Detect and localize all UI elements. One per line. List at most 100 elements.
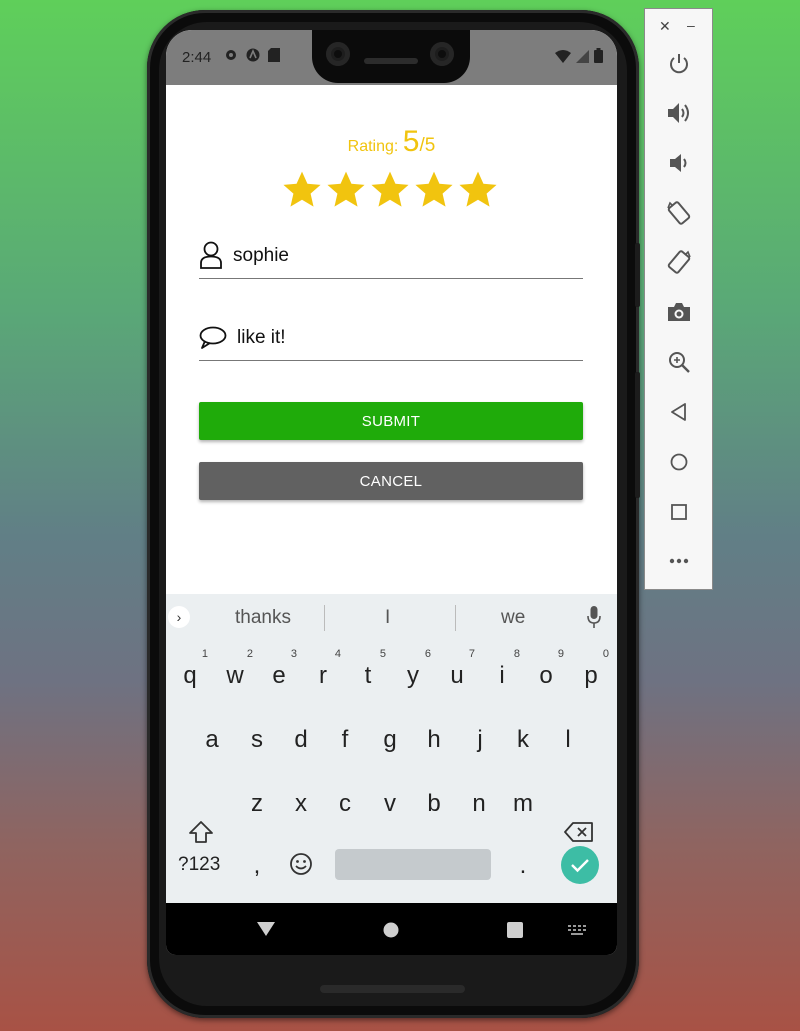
suggestion-strip: › thanks I we xyxy=(166,594,617,641)
rating-display: Rating: 5/5 xyxy=(166,125,617,159)
key-b[interactable]: b xyxy=(416,790,452,818)
key-c[interactable]: c xyxy=(327,790,363,818)
key-e[interactable]: e3 xyxy=(261,648,297,690)
comma-key[interactable]: , xyxy=(239,852,275,880)
key-p[interactable]: p0 xyxy=(573,648,609,690)
status-time: 2:44 xyxy=(182,49,212,66)
close-icon[interactable]: ✕ xyxy=(659,18,671,35)
key-t[interactable]: t5 xyxy=(350,648,386,690)
key-letter: r xyxy=(319,662,327,689)
key-r[interactable]: r4 xyxy=(305,648,341,690)
backspace-icon[interactable] xyxy=(564,821,594,843)
key-o[interactable]: o9 xyxy=(528,648,564,690)
more-icon[interactable] xyxy=(666,548,692,574)
status-system-icons xyxy=(555,48,603,63)
key-l[interactable]: l xyxy=(550,726,586,754)
key-number: 1 xyxy=(201,648,208,660)
emoji-icon[interactable] xyxy=(289,852,313,876)
phone-screen: 2:44 Rating: 5/5 sophie like it! SUBMIT … xyxy=(166,30,617,955)
name-value: sophie xyxy=(233,245,289,266)
suggestion-item[interactable]: we xyxy=(501,607,525,629)
microphone-icon[interactable] xyxy=(587,606,601,628)
volume-down-icon[interactable] xyxy=(666,150,692,176)
nav-overview-icon[interactable] xyxy=(507,922,523,938)
key-q[interactable]: q1 xyxy=(172,648,208,690)
settings-icon xyxy=(226,50,236,60)
star-icon[interactable] xyxy=(325,168,367,212)
keyboard-switch-icon[interactable] xyxy=(568,925,586,935)
star-icon[interactable] xyxy=(281,168,323,212)
zoom-icon[interactable] xyxy=(666,349,692,375)
soft-keyboard: › thanks I we q1 w2 e3 r4 t5 y6 u7 i8 o9… xyxy=(166,594,617,903)
key-m[interactable]: m xyxy=(505,790,541,818)
wifi-icon xyxy=(555,50,571,63)
back-icon[interactable] xyxy=(666,399,692,425)
overview-icon[interactable] xyxy=(666,499,692,525)
key-number: 0 xyxy=(602,648,609,660)
key-letter: t xyxy=(364,662,372,689)
rotate-left-icon[interactable] xyxy=(666,200,692,226)
nav-back-icon[interactable] xyxy=(257,922,275,936)
suggestion-divider xyxy=(455,605,456,631)
rating-max: /5 xyxy=(419,135,436,156)
key-letter: y xyxy=(407,662,419,689)
key-x[interactable]: x xyxy=(283,790,319,818)
enter-button[interactable] xyxy=(561,846,599,884)
camera-icon[interactable] xyxy=(666,299,692,325)
key-letter: o xyxy=(539,662,553,689)
star-icon[interactable] xyxy=(413,168,455,212)
app-notification-icon xyxy=(246,48,260,62)
key-i[interactable]: i8 xyxy=(484,648,520,690)
status-notification-icons xyxy=(224,48,280,62)
key-number: 6 xyxy=(424,648,431,660)
key-w[interactable]: w2 xyxy=(217,648,253,690)
key-z[interactable]: z xyxy=(239,790,275,818)
bottom-speaker xyxy=(320,985,465,993)
space-bar[interactable] xyxy=(335,849,491,880)
key-a[interactable]: a xyxy=(194,726,230,754)
key-j[interactable]: j xyxy=(462,726,498,754)
power-icon[interactable] xyxy=(666,51,692,77)
key-d[interactable]: d xyxy=(283,726,319,754)
volume-side-button xyxy=(635,372,640,498)
checkmark-icon xyxy=(571,859,589,873)
nav-home-icon[interactable] xyxy=(383,922,399,938)
rotate-right-icon[interactable] xyxy=(666,249,692,275)
comment-field[interactable]: like it! xyxy=(199,321,583,361)
key-u[interactable]: u7 xyxy=(439,648,475,690)
period-key[interactable]: . xyxy=(505,852,541,880)
key-letter: w xyxy=(226,662,244,689)
key-letter: p xyxy=(584,662,598,689)
key-number: 7 xyxy=(468,648,475,660)
key-n[interactable]: n xyxy=(461,790,497,818)
cancel-button[interactable]: CANCEL xyxy=(199,462,583,500)
star-icon[interactable] xyxy=(457,168,499,212)
user-icon xyxy=(200,241,222,269)
key-y[interactable]: y6 xyxy=(395,648,431,690)
symbols-key[interactable]: ?123 xyxy=(178,854,220,876)
sd-card-icon xyxy=(268,48,280,62)
star-rating[interactable] xyxy=(281,168,499,212)
chevron-right-icon[interactable]: › xyxy=(168,606,190,628)
name-field[interactable]: sophie xyxy=(199,239,583,279)
key-number: 4 xyxy=(334,648,341,660)
front-camera-right xyxy=(430,42,454,66)
key-s[interactable]: s xyxy=(239,726,275,754)
submit-button[interactable]: SUBMIT xyxy=(199,402,583,440)
rating-label: Rating: xyxy=(347,138,399,155)
home-icon[interactable] xyxy=(666,449,692,475)
volume-up-icon[interactable] xyxy=(666,100,692,126)
shift-icon[interactable] xyxy=(188,820,214,844)
key-f[interactable]: f xyxy=(327,726,363,754)
suggestion-item[interactable]: I xyxy=(385,607,390,629)
suggestion-item[interactable]: thanks xyxy=(235,607,291,629)
minimize-icon[interactable]: – xyxy=(687,17,695,33)
star-icon[interactable] xyxy=(369,168,411,212)
suggestion-divider xyxy=(324,605,325,631)
earpiece-speaker xyxy=(364,58,418,64)
key-h[interactable]: h xyxy=(416,726,452,754)
rating-value: 5 xyxy=(402,125,420,158)
key-v[interactable]: v xyxy=(372,790,408,818)
key-k[interactable]: k xyxy=(505,726,541,754)
key-g[interactable]: g xyxy=(372,726,408,754)
